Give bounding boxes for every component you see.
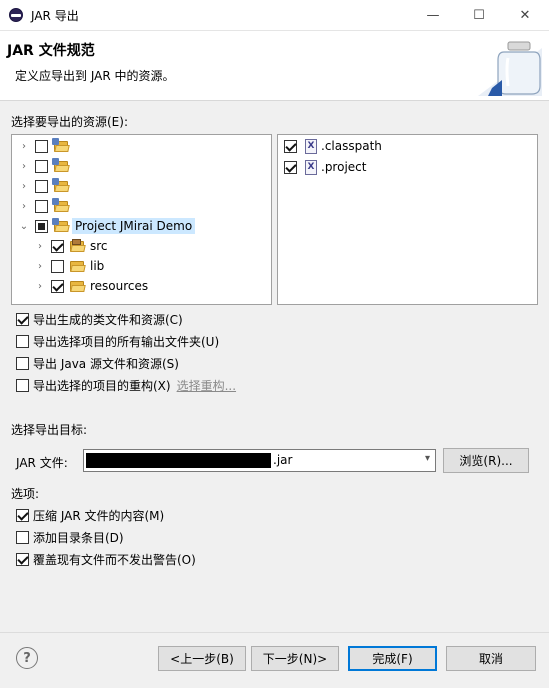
tree-checkbox[interactable] [35, 139, 48, 153]
chevron-right-icon[interactable]: › [18, 180, 30, 192]
export-class-files-option[interactable]: 导出生成的类文件和资源(C) [16, 311, 183, 328]
tree-checkbox[interactable] [51, 259, 64, 273]
resources-label: 选择要导出的资源(E): [11, 115, 128, 129]
project-folder-icon [52, 157, 70, 173]
export-output-folders-option[interactable]: 导出选择项目的所有输出文件夹(U) [16, 333, 219, 350]
chevron-down-icon[interactable]: ▾ [425, 453, 430, 464]
wizard-header: JAR 文件规范 定义应导出到 JAR 中的资源。 [0, 31, 549, 101]
back-button[interactable]: <上一步(B) [158, 646, 246, 671]
tree-row[interactable]: › src [34, 236, 108, 256]
tree-checkbox[interactable] [51, 279, 64, 293]
tree-row[interactable]: › resources [34, 276, 148, 296]
options-label: 选项: [11, 487, 40, 501]
folder-icon [69, 280, 86, 293]
chevron-right-icon[interactable]: › [34, 260, 46, 272]
minimize-button[interactable]: — [410, 0, 456, 31]
tree-row[interactable]: › [18, 196, 74, 216]
checkbox[interactable] [16, 357, 29, 370]
xml-file-icon: X [305, 159, 317, 175]
option-label: 导出 Java 源文件和资源(S) [33, 357, 179, 371]
tree-checkbox[interactable] [35, 219, 48, 233]
tree-row[interactable]: › [18, 136, 74, 156]
option-label: 导出生成的类文件和资源(C) [33, 313, 183, 327]
tree-row[interactable]: › lib [34, 256, 104, 276]
footer-divider [0, 632, 549, 633]
tree-checkbox[interactable] [35, 179, 48, 193]
file-label: .project [321, 160, 367, 174]
overwrite-option[interactable]: 覆盖现有文件而不发出警告(O) [16, 551, 196, 568]
window-title: JAR 导出 [31, 9, 79, 23]
compress-option[interactable]: 压缩 JAR 文件的内容(M) [16, 507, 164, 524]
chevron-right-icon[interactable]: › [34, 280, 46, 292]
checkbox[interactable] [16, 531, 29, 544]
tree-row-project[interactable]: ⌄ Project JMirai Demo [18, 216, 196, 236]
option-label: 覆盖现有文件而不发出警告(O) [33, 553, 196, 567]
option-label: 压缩 JAR 文件的内容(M) [33, 509, 165, 523]
checkbox[interactable] [16, 553, 29, 566]
checkbox[interactable] [16, 313, 29, 326]
file-checkbox[interactable] [284, 139, 297, 153]
tree-checkbox[interactable] [35, 199, 48, 213]
tree-row[interactable]: › [18, 176, 74, 196]
page-title: JAR 文件规范 [7, 43, 95, 59]
export-java-source-option[interactable]: 导出 Java 源文件和资源(S) [16, 355, 179, 372]
tree-checkbox[interactable] [51, 239, 64, 253]
chevron-down-icon[interactable]: ⌄ [18, 220, 30, 232]
eclipse-app-icon [9, 8, 23, 22]
chevron-right-icon[interactable]: › [18, 200, 30, 212]
source-folder-icon [69, 238, 86, 253]
folder-icon [69, 260, 86, 273]
resource-tree[interactable]: › › › › ⌄ Project JMirai Demo › src › li… [11, 134, 272, 305]
page-description: 定义应导出到 JAR 中的资源。 [15, 69, 175, 83]
help-icon[interactable]: ? [16, 647, 38, 669]
file-row[interactable]: X .project [284, 157, 366, 177]
jar-file-suffix: .jar [273, 453, 293, 467]
close-button[interactable]: ✕ [502, 0, 548, 31]
tree-label: src [90, 239, 108, 253]
export-refactorings-option[interactable]: 导出选择的项目的重构(X) 选择重构... [16, 377, 236, 394]
jar-file-combo[interactable]: .jar ▾ [83, 449, 436, 472]
add-directory-entries-option[interactable]: 添加目录条目(D) [16, 529, 124, 546]
checkbox[interactable] [16, 335, 29, 348]
jar-icon [478, 41, 542, 96]
cancel-button[interactable]: 取消 [446, 646, 536, 671]
tree-row[interactable]: › [18, 156, 74, 176]
maximize-button[interactable]: ☐ [456, 0, 502, 31]
checkbox[interactable] [16, 509, 29, 522]
project-folder-icon [52, 217, 70, 233]
finish-button[interactable]: 完成(F) [348, 646, 437, 671]
destination-label: 选择导出目标: [11, 423, 88, 437]
select-refactorings-link[interactable]: 选择重构... [177, 377, 236, 394]
tree-label: resources [90, 279, 149, 293]
jar-file-label: JAR 文件: [16, 456, 68, 470]
tree-label: lib [90, 259, 105, 273]
redacted-path [86, 453, 271, 468]
checkbox[interactable] [16, 379, 29, 392]
file-row[interactable]: X .classpath [284, 136, 382, 156]
chevron-right-icon[interactable]: › [18, 160, 30, 172]
project-folder-icon [52, 197, 70, 213]
file-label: .classpath [321, 139, 382, 153]
tree-checkbox[interactable] [35, 159, 48, 173]
option-label: 添加目录条目(D) [33, 531, 124, 545]
title-bar: JAR 导出 — ☐ ✕ [0, 0, 549, 31]
tree-label-project[interactable]: Project JMirai Demo [72, 218, 196, 234]
project-folder-icon [52, 137, 70, 153]
chevron-right-icon[interactable]: › [34, 240, 46, 252]
project-folder-icon [52, 177, 70, 193]
xml-file-icon: X [305, 138, 317, 154]
file-list[interactable]: X .classpath X .project [277, 134, 538, 305]
browse-button[interactable]: 浏览(R)... [443, 448, 529, 473]
chevron-right-icon[interactable]: › [18, 140, 30, 152]
file-checkbox[interactable] [284, 160, 297, 174]
option-label: 导出选择的项目的重构(X) [33, 379, 171, 393]
option-label: 导出选择项目的所有输出文件夹(U) [33, 335, 220, 349]
next-button[interactable]: 下一步(N)> [251, 646, 339, 671]
